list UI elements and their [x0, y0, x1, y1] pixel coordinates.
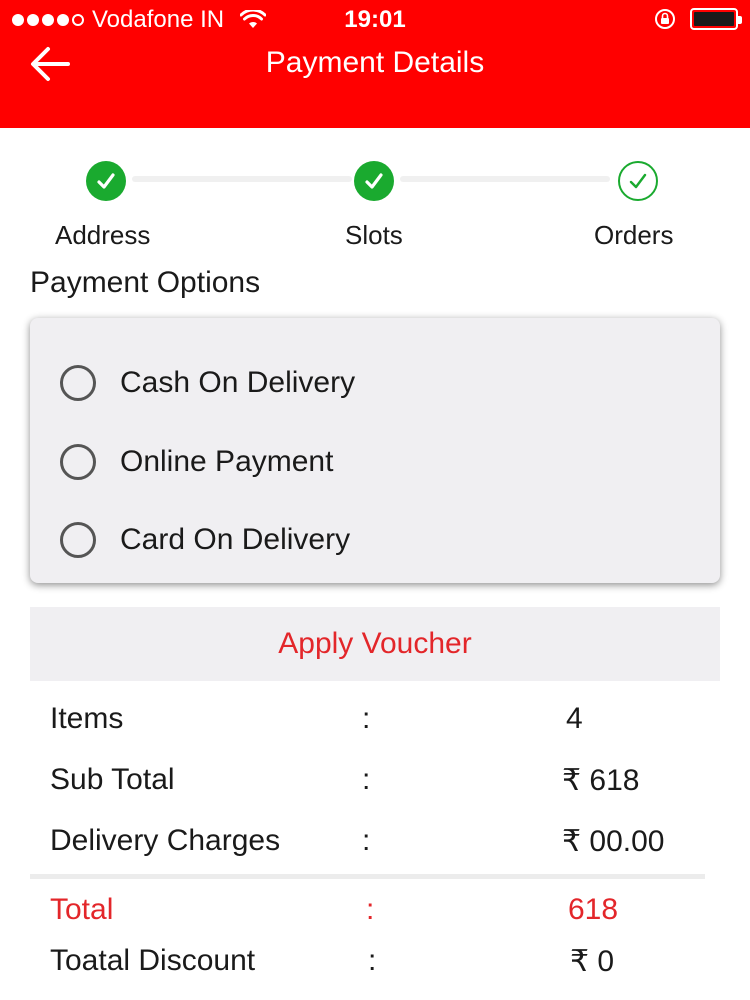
payment-options-card: Cash On Delivery Online Payment Card On … — [30, 318, 720, 583]
summary-row-delivery-charges: Delivery Charges : ₹ 00.00 — [50, 824, 710, 872]
stepper-connector-1 — [132, 176, 352, 182]
summary-label: Sub Total — [50, 763, 175, 796]
radio-button[interactable] — [60, 522, 96, 558]
payment-options-title: Payment Options — [30, 266, 261, 299]
summary-value: ₹ 0 — [570, 945, 615, 978]
step-label-orders: Orders — [594, 220, 674, 250]
summary-row-total: Total : 618 — [50, 893, 710, 941]
payment-option-label: Online Payment — [120, 445, 334, 478]
summary-separator: : — [368, 944, 377, 977]
step-address-check — [86, 161, 126, 201]
battery-icon — [690, 8, 742, 30]
summary-value: ₹ 618 — [562, 764, 640, 797]
status-right-group — [654, 8, 742, 30]
apply-voucher-button[interactable]: Apply Voucher — [30, 607, 720, 681]
page-title: Payment Details — [265, 46, 485, 79]
payment-option-online-payment[interactable]: Online Payment — [60, 432, 333, 492]
step-slots-check — [354, 161, 394, 201]
radio-button[interactable] — [60, 444, 96, 480]
status-time: 19:01 — [344, 6, 406, 33]
app-header: Vodafone IN 19:01 Payment Details — [0, 0, 750, 128]
summary-separator: : — [362, 824, 371, 857]
payment-option-card-on-delivery[interactable]: Card On Delivery — [60, 510, 350, 570]
summary-label: Total — [50, 893, 114, 926]
summary-row-sub-total: Sub Total : ₹ 618 — [50, 763, 710, 811]
summary-separator: : — [362, 702, 371, 735]
status-bar: Vodafone IN 19:01 — [0, 0, 750, 40]
payment-option-cash-on-delivery[interactable]: Cash On Delivery — [60, 353, 355, 413]
summary-value: 618 — [568, 893, 619, 926]
summary-separator: : — [362, 763, 371, 796]
check-icon — [629, 173, 647, 189]
summary-row-total-discount: Toatal Discount : ₹ 0 — [50, 944, 710, 992]
stepper-connector-2 — [400, 176, 610, 182]
summary-label: Items — [50, 702, 124, 735]
payment-option-label: Cash On Delivery — [120, 366, 356, 399]
radio-button[interactable] — [60, 365, 96, 401]
summary-label: Toatal Discount — [50, 944, 256, 977]
summary-divider — [30, 874, 705, 879]
payment-option-label: Card On Delivery — [120, 523, 351, 556]
step-label-address: Address — [55, 220, 151, 250]
step-orders-check — [618, 161, 658, 201]
check-icon — [365, 173, 383, 189]
summary-value: 4 — [566, 702, 583, 735]
summary-label: Delivery Charges — [50, 824, 281, 857]
step-label-slots: Slots — [345, 220, 403, 250]
orientation-lock-icon — [655, 9, 675, 29]
summary-separator: : — [366, 893, 375, 926]
battery-fill — [694, 12, 734, 26]
summary-value: ₹ 00.00 — [562, 825, 665, 858]
check-icon — [97, 173, 115, 189]
summary-row-items: Items : 4 — [50, 702, 710, 750]
